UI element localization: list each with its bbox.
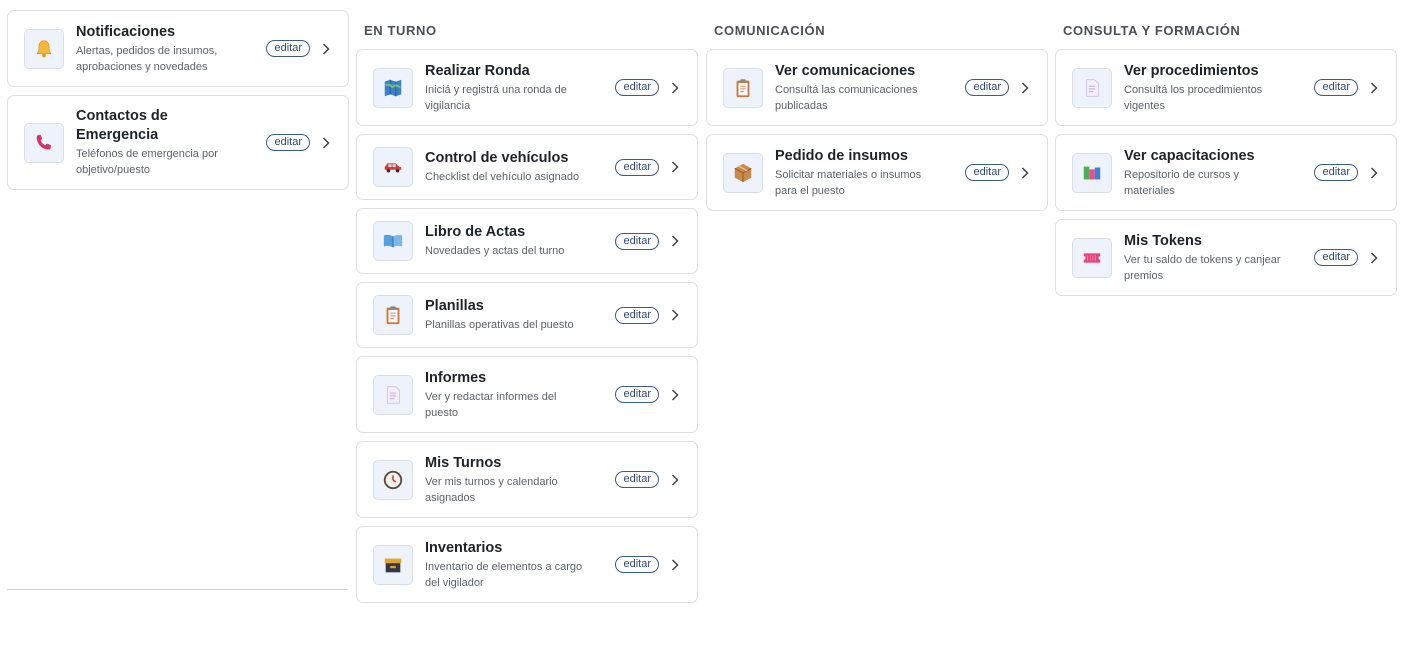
card-description: Solicitar materiales o insumos para el p… xyxy=(775,168,922,197)
card-title: Informes xyxy=(425,369,487,386)
chevron-right-icon xyxy=(671,558,681,572)
card-realizar-ronda[interactable]: Realizar Ronda Iniciá y registrá una ron… xyxy=(356,49,698,126)
card-title: Inventarios xyxy=(425,539,503,556)
card-ver-capacitaciones[interactable]: Ver capacitaciones Repositorio de cursos… xyxy=(1055,134,1397,211)
chevron-right-icon xyxy=(671,81,681,95)
divider xyxy=(7,589,348,590)
card-mis-turnos[interactable]: Mis Turnos Ver mis turnos y calendario a… xyxy=(356,441,698,518)
chevron-right-icon xyxy=(322,42,332,56)
card-title: Ver procedimientos xyxy=(1124,62,1259,79)
section-title: EN TURNO xyxy=(364,23,437,38)
card-description: Teléfonos de emergencia por objetivo/pue… xyxy=(76,148,218,176)
card-planillas[interactable]: Planillas Planillas operativas del puest… xyxy=(356,282,698,348)
chevron-right-icon xyxy=(1370,166,1380,180)
edit-button[interactable]: editar xyxy=(615,158,659,176)
edit-button[interactable]: editar xyxy=(266,134,310,151)
card-description: Ver y redactar informes del puesto xyxy=(425,390,557,419)
edit-button[interactable]: editar xyxy=(1314,79,1358,96)
card-description: Planillas operativas del puesto xyxy=(425,319,574,331)
chevron-right-icon xyxy=(1370,81,1380,95)
card-title: Libro de Actas xyxy=(425,224,526,240)
chevron-right-icon xyxy=(1370,251,1380,265)
edit-button[interactable]: editar xyxy=(615,79,659,96)
edit-button[interactable]: editar xyxy=(615,471,659,488)
chevron-right-icon xyxy=(671,160,681,174)
card-mis-tokens[interactable]: Mis Tokens Ver tu saldo de tokens y canj… xyxy=(1055,219,1397,296)
card-description: Novedades y actas del turno xyxy=(425,245,565,257)
car-icon xyxy=(373,147,413,187)
card-description: Alertas, pedidos de insumos, aprobacione… xyxy=(76,44,218,73)
card-pedido-insumos[interactable]: Pedido de insumos Solicitar materiales o… xyxy=(706,134,1048,211)
ticket-icon xyxy=(1072,237,1112,278)
book-icon xyxy=(373,221,413,261)
edit-button[interactable]: editar xyxy=(1314,249,1358,266)
section-comunicacion: COMUNICACIÓN Ver comunicaciones Consultá… xyxy=(706,0,1048,219)
card-title: Pedido de insumos xyxy=(775,147,908,164)
card-title: Realizar Ronda xyxy=(425,62,530,79)
section-title: CONSULTA Y FORMACIÓN xyxy=(1063,23,1241,38)
chevron-right-icon xyxy=(322,136,332,150)
card-ver-comunicaciones[interactable]: Ver comunicaciones Consultá las comunica… xyxy=(706,49,1048,126)
card-description: Ver tu saldo de tokens y canjear premios xyxy=(1124,253,1281,282)
card-description: Ver mis turnos y calendario asignados xyxy=(425,475,558,504)
chevron-right-icon xyxy=(1021,166,1031,180)
package-icon xyxy=(723,152,763,193)
phone-icon xyxy=(24,122,64,163)
bell-icon xyxy=(24,28,64,69)
pinned-column: Notificaciones Alertas, pedidos de insum… xyxy=(7,10,349,198)
card-description: Repositorio de cursos y materiales xyxy=(1124,168,1239,197)
section-title: COMUNICACIÓN xyxy=(714,23,826,38)
card-title: Ver capacitaciones xyxy=(1124,147,1255,164)
card-description: Consultá los procedimientos vigentes xyxy=(1124,83,1263,112)
card-ver-procedimientos[interactable]: Ver procedimientos Consultá los procedim… xyxy=(1055,49,1397,126)
card-description: Iniciá y registrá una ronda de vigilanci… xyxy=(425,83,567,112)
card-title: Mis Tokens xyxy=(1124,232,1202,249)
document-icon xyxy=(1072,67,1112,108)
books-icon xyxy=(1072,152,1112,193)
card-inventarios[interactable]: Inventarios Inventario de elementos a ca… xyxy=(356,526,698,603)
card-description: Checklist del vehículo asignado xyxy=(425,171,580,183)
document-icon xyxy=(373,374,413,415)
card-title: Notificaciones xyxy=(76,23,176,40)
clipboard-icon xyxy=(373,295,413,335)
card-title: Contactos de Emergencia xyxy=(76,108,168,143)
edit-button[interactable]: editar xyxy=(1314,164,1358,181)
card-control-vehiculos[interactable]: Control de vehículos Checklist del vehíc… xyxy=(356,134,698,200)
card-title: Mis Turnos xyxy=(425,454,502,471)
clipboard-icon xyxy=(723,67,763,108)
edit-button[interactable]: editar xyxy=(615,386,659,403)
card-informes[interactable]: Informes Ver y redactar informes del pue… xyxy=(356,356,698,433)
chevron-right-icon xyxy=(1021,81,1031,95)
edit-button[interactable]: editar xyxy=(615,232,659,250)
card-title: Control de vehículos xyxy=(425,150,569,166)
card-title: Planillas xyxy=(425,298,484,314)
chevron-right-icon xyxy=(671,473,681,487)
archive-icon xyxy=(373,544,413,585)
edit-button[interactable]: editar xyxy=(965,79,1009,96)
card-contactos-emergencia[interactable]: Contactos de Emergencia Teléfonos de eme… xyxy=(7,95,349,190)
card-title: Ver comunicaciones xyxy=(775,62,916,79)
clock-icon xyxy=(373,459,413,500)
card-notificaciones[interactable]: Notificaciones Alertas, pedidos de insum… xyxy=(7,10,349,87)
card-description: Consultá las comunicaciones publicadas xyxy=(775,83,918,112)
edit-button[interactable]: editar xyxy=(266,40,310,57)
chevron-right-icon xyxy=(671,308,681,322)
map-icon xyxy=(373,67,413,108)
card-description: Inventario de elementos a cargo del vigi… xyxy=(425,560,583,589)
chevron-right-icon xyxy=(671,388,681,402)
chevron-right-icon xyxy=(671,234,681,248)
card-libro-actas[interactable]: Libro de Actas Novedades y actas del tur… xyxy=(356,208,698,274)
edit-button[interactable]: editar xyxy=(965,164,1009,181)
section-en-turno: EN TURNO Realizar Ronda Iniciá y registr… xyxy=(356,0,698,611)
edit-button[interactable]: editar xyxy=(615,556,659,573)
section-consulta-formacion: CONSULTA Y FORMACIÓN Ver procedimientos … xyxy=(1055,0,1397,304)
edit-button[interactable]: editar xyxy=(615,306,659,324)
